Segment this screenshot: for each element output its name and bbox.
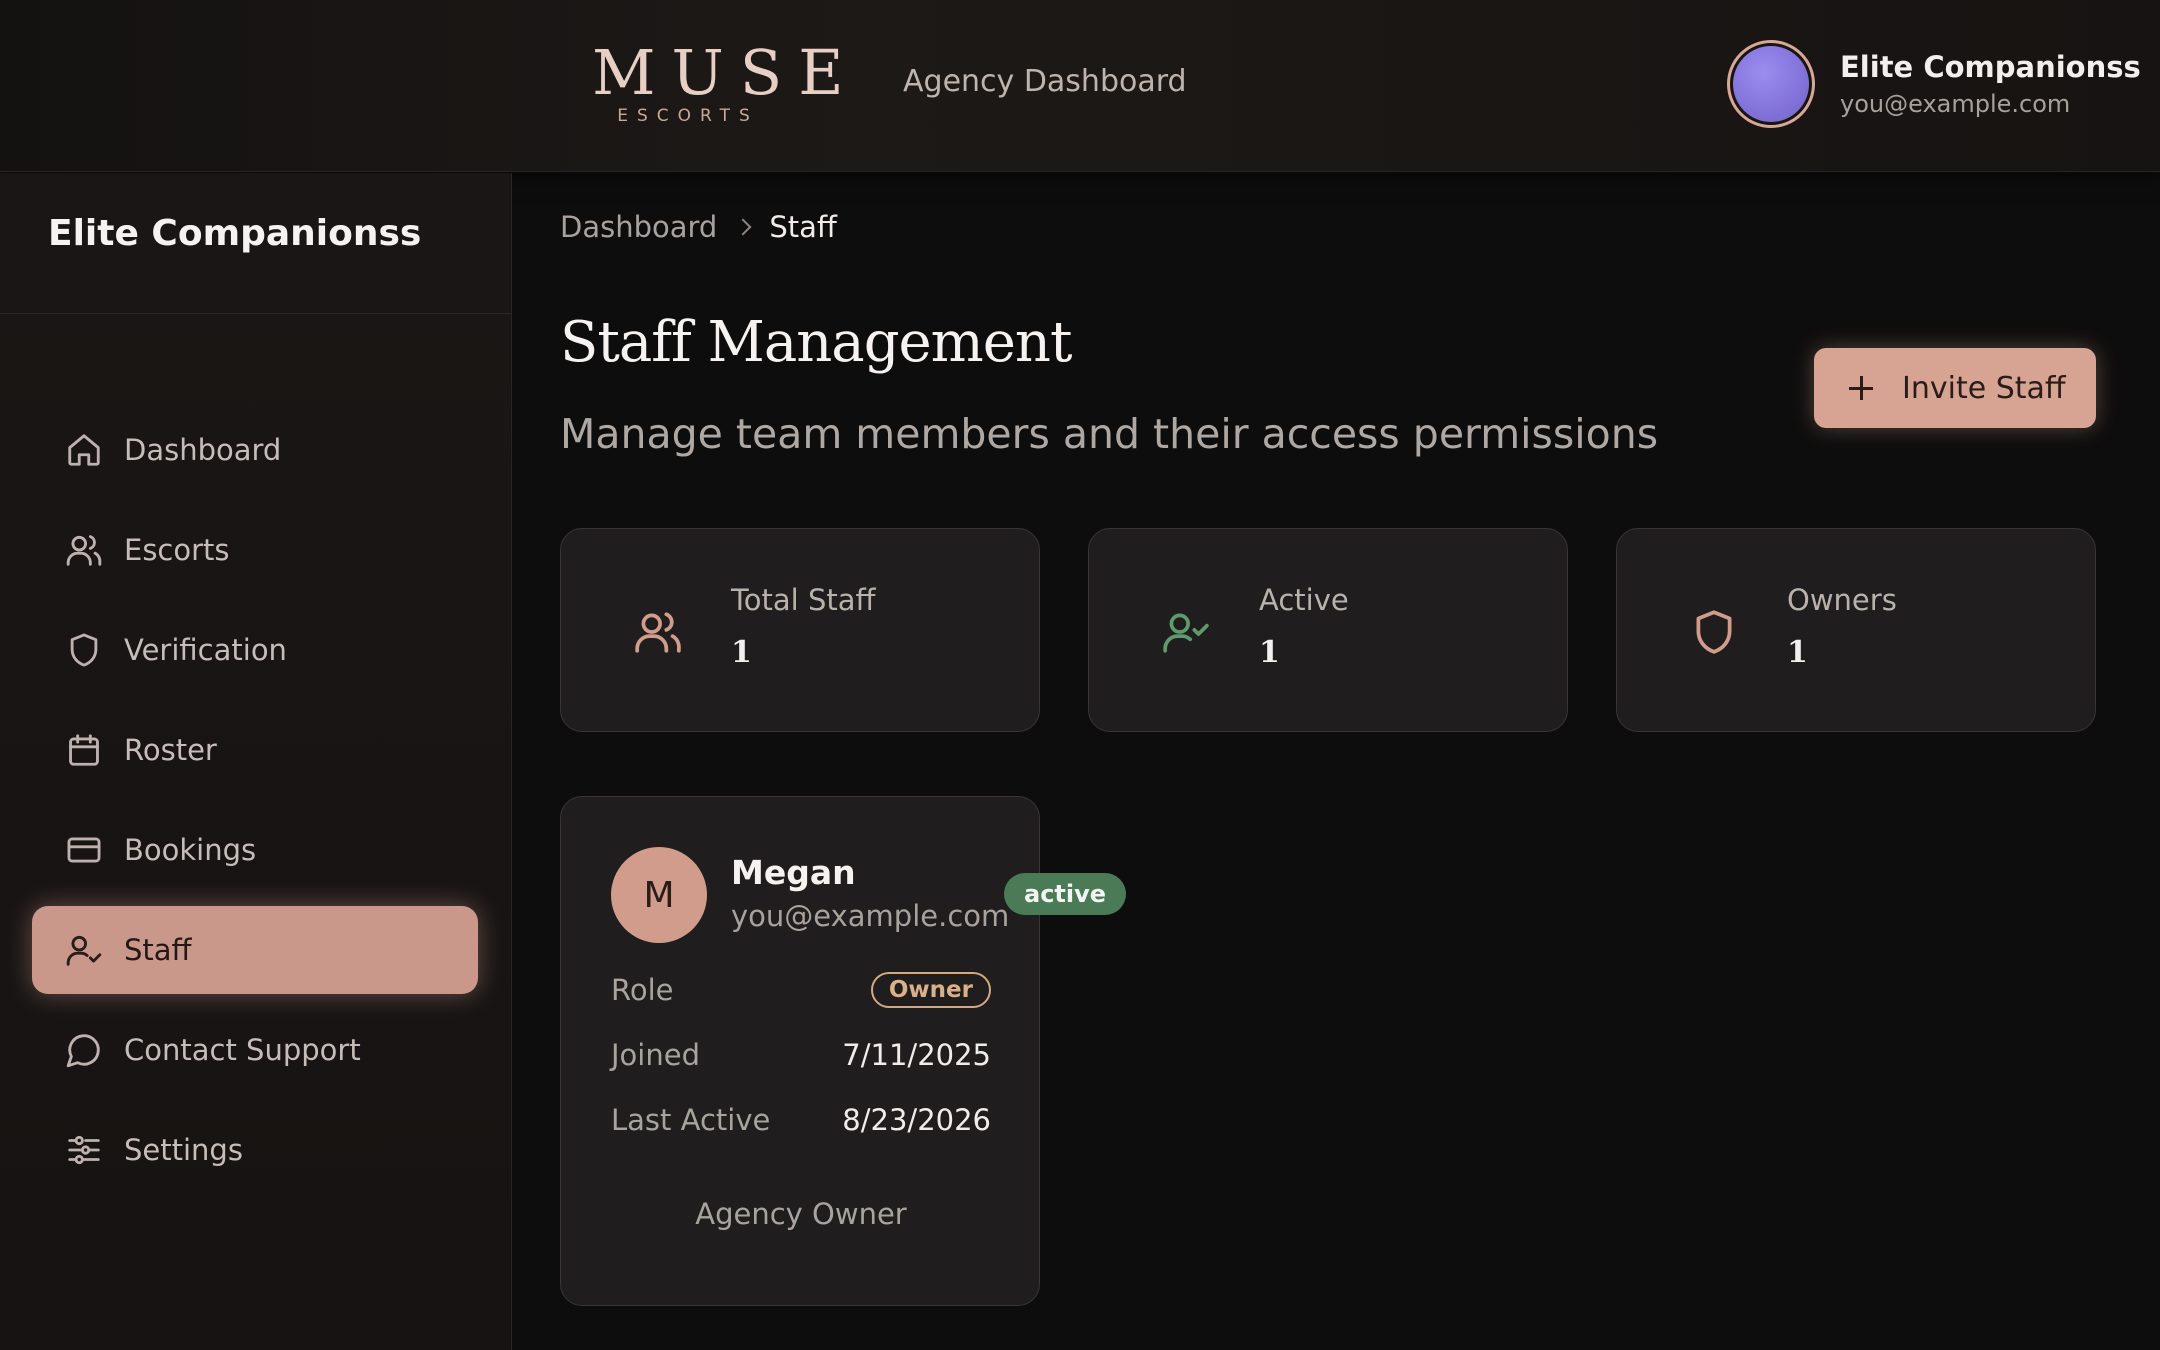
stat-label: Owners bbox=[1787, 583, 1897, 617]
stat-card-total-staff: Total Staff 1 bbox=[560, 528, 1040, 732]
staff-avatar: M bbox=[611, 847, 707, 943]
sidebar-item-dashboard[interactable]: Dashboard bbox=[32, 406, 478, 494]
stat-card-active: Active 1 bbox=[1088, 528, 1568, 732]
staff-role-description: Agency Owner bbox=[695, 1197, 907, 1231]
user-name: Elite Companionss bbox=[1840, 50, 2141, 84]
top-header: MUSE ESCORTS Agency Dashboard Elite Comp… bbox=[0, 0, 2160, 172]
role-row: Role Owner bbox=[611, 967, 991, 1013]
avatar-image bbox=[1733, 46, 1809, 122]
header-title: Agency Dashboard bbox=[903, 64, 1187, 99]
joined-date: 7/11/2025 bbox=[842, 1038, 991, 1072]
breadcrumb-current: Staff bbox=[769, 210, 837, 244]
sidebar-agency-name: Elite Companionss bbox=[48, 213, 422, 254]
user-check-icon bbox=[1161, 607, 1211, 657]
stat-value: 1 bbox=[1259, 635, 1280, 670]
staff-member-card[interactable]: M Megan you@example.com active Role Owne… bbox=[560, 796, 1127, 1306]
last-active-date: 8/23/2026 bbox=[842, 1103, 991, 1137]
sidebar-item-staff[interactable]: Staff bbox=[32, 906, 478, 994]
user-email: you@example.com bbox=[1840, 90, 2071, 118]
page-title: Staff Management bbox=[560, 310, 1072, 375]
stat-value: 1 bbox=[1787, 635, 1808, 670]
sliders-icon bbox=[64, 1130, 104, 1170]
muse-logo[interactable]: MUSE ESCORTS bbox=[578, 36, 860, 127]
sidebar-item-bookings[interactable]: Bookings bbox=[32, 806, 478, 894]
sidebar-item-verification[interactable]: Verification bbox=[32, 606, 478, 694]
sidebar-item-roster[interactable]: Roster bbox=[32, 706, 478, 794]
joined-label: Joined bbox=[611, 1038, 700, 1072]
users-icon bbox=[64, 530, 104, 570]
sidebar-item-label: Bookings bbox=[124, 833, 257, 867]
logo-wordmark: MUSE bbox=[592, 36, 860, 109]
breadcrumb-dashboard-link[interactable]: Dashboard bbox=[560, 210, 717, 244]
shield-icon bbox=[64, 630, 104, 670]
sidebar: Elite Companionss Dashboard Escorts Veri… bbox=[0, 173, 512, 1350]
sidebar-item-label: Escorts bbox=[124, 533, 230, 567]
home-icon bbox=[64, 430, 104, 470]
stat-label: Total Staff bbox=[731, 583, 876, 617]
sidebar-item-label: Settings bbox=[124, 1133, 243, 1167]
stat-label: Active bbox=[1259, 583, 1349, 617]
sidebar-item-label: Roster bbox=[124, 733, 217, 767]
role-label: Role bbox=[611, 973, 674, 1007]
breadcrumb: Dashboard Staff bbox=[560, 210, 837, 244]
credit-card-icon bbox=[64, 830, 104, 870]
invite-staff-label: Invite Staff bbox=[1902, 370, 2066, 406]
staff-email: you@example.com bbox=[731, 899, 1010, 933]
last-active-label: Last Active bbox=[611, 1103, 771, 1137]
stat-card-owners: Owners 1 bbox=[1616, 528, 2096, 732]
joined-row: Joined 7/11/2025 bbox=[611, 1032, 991, 1078]
page-subtitle: Manage team members and their access per… bbox=[560, 410, 1659, 458]
user-avatar[interactable] bbox=[1727, 40, 1815, 128]
calendar-icon bbox=[64, 730, 104, 770]
plus-icon bbox=[1846, 373, 1876, 403]
sidebar-item-label: Verification bbox=[124, 633, 287, 667]
sidebar-divider bbox=[0, 313, 512, 314]
message-circle-icon bbox=[64, 1030, 104, 1070]
sidebar-item-label: Contact Support bbox=[124, 1033, 361, 1067]
users-icon bbox=[633, 607, 683, 657]
last-active-row: Last Active 8/23/2026 bbox=[611, 1097, 991, 1143]
sidebar-item-escorts[interactable]: Escorts bbox=[32, 506, 478, 594]
sidebar-item-label: Staff bbox=[124, 933, 192, 967]
staff-name: Megan bbox=[731, 853, 856, 892]
logo-subtitle: ESCORTS bbox=[617, 106, 759, 126]
status-badge: active bbox=[1004, 873, 1127, 915]
sidebar-item-label: Dashboard bbox=[124, 433, 282, 467]
user-check-icon bbox=[64, 930, 104, 970]
invite-staff-button[interactable]: Invite Staff bbox=[1814, 348, 2096, 428]
sidebar-item-contact-support[interactable]: Contact Support bbox=[32, 1006, 478, 1094]
shield-icon bbox=[1689, 607, 1739, 657]
chevron-right-icon bbox=[734, 218, 752, 236]
sidebar-item-settings[interactable]: Settings bbox=[32, 1106, 478, 1194]
role-badge: Owner bbox=[870, 972, 991, 1008]
stat-value: 1 bbox=[731, 635, 752, 670]
